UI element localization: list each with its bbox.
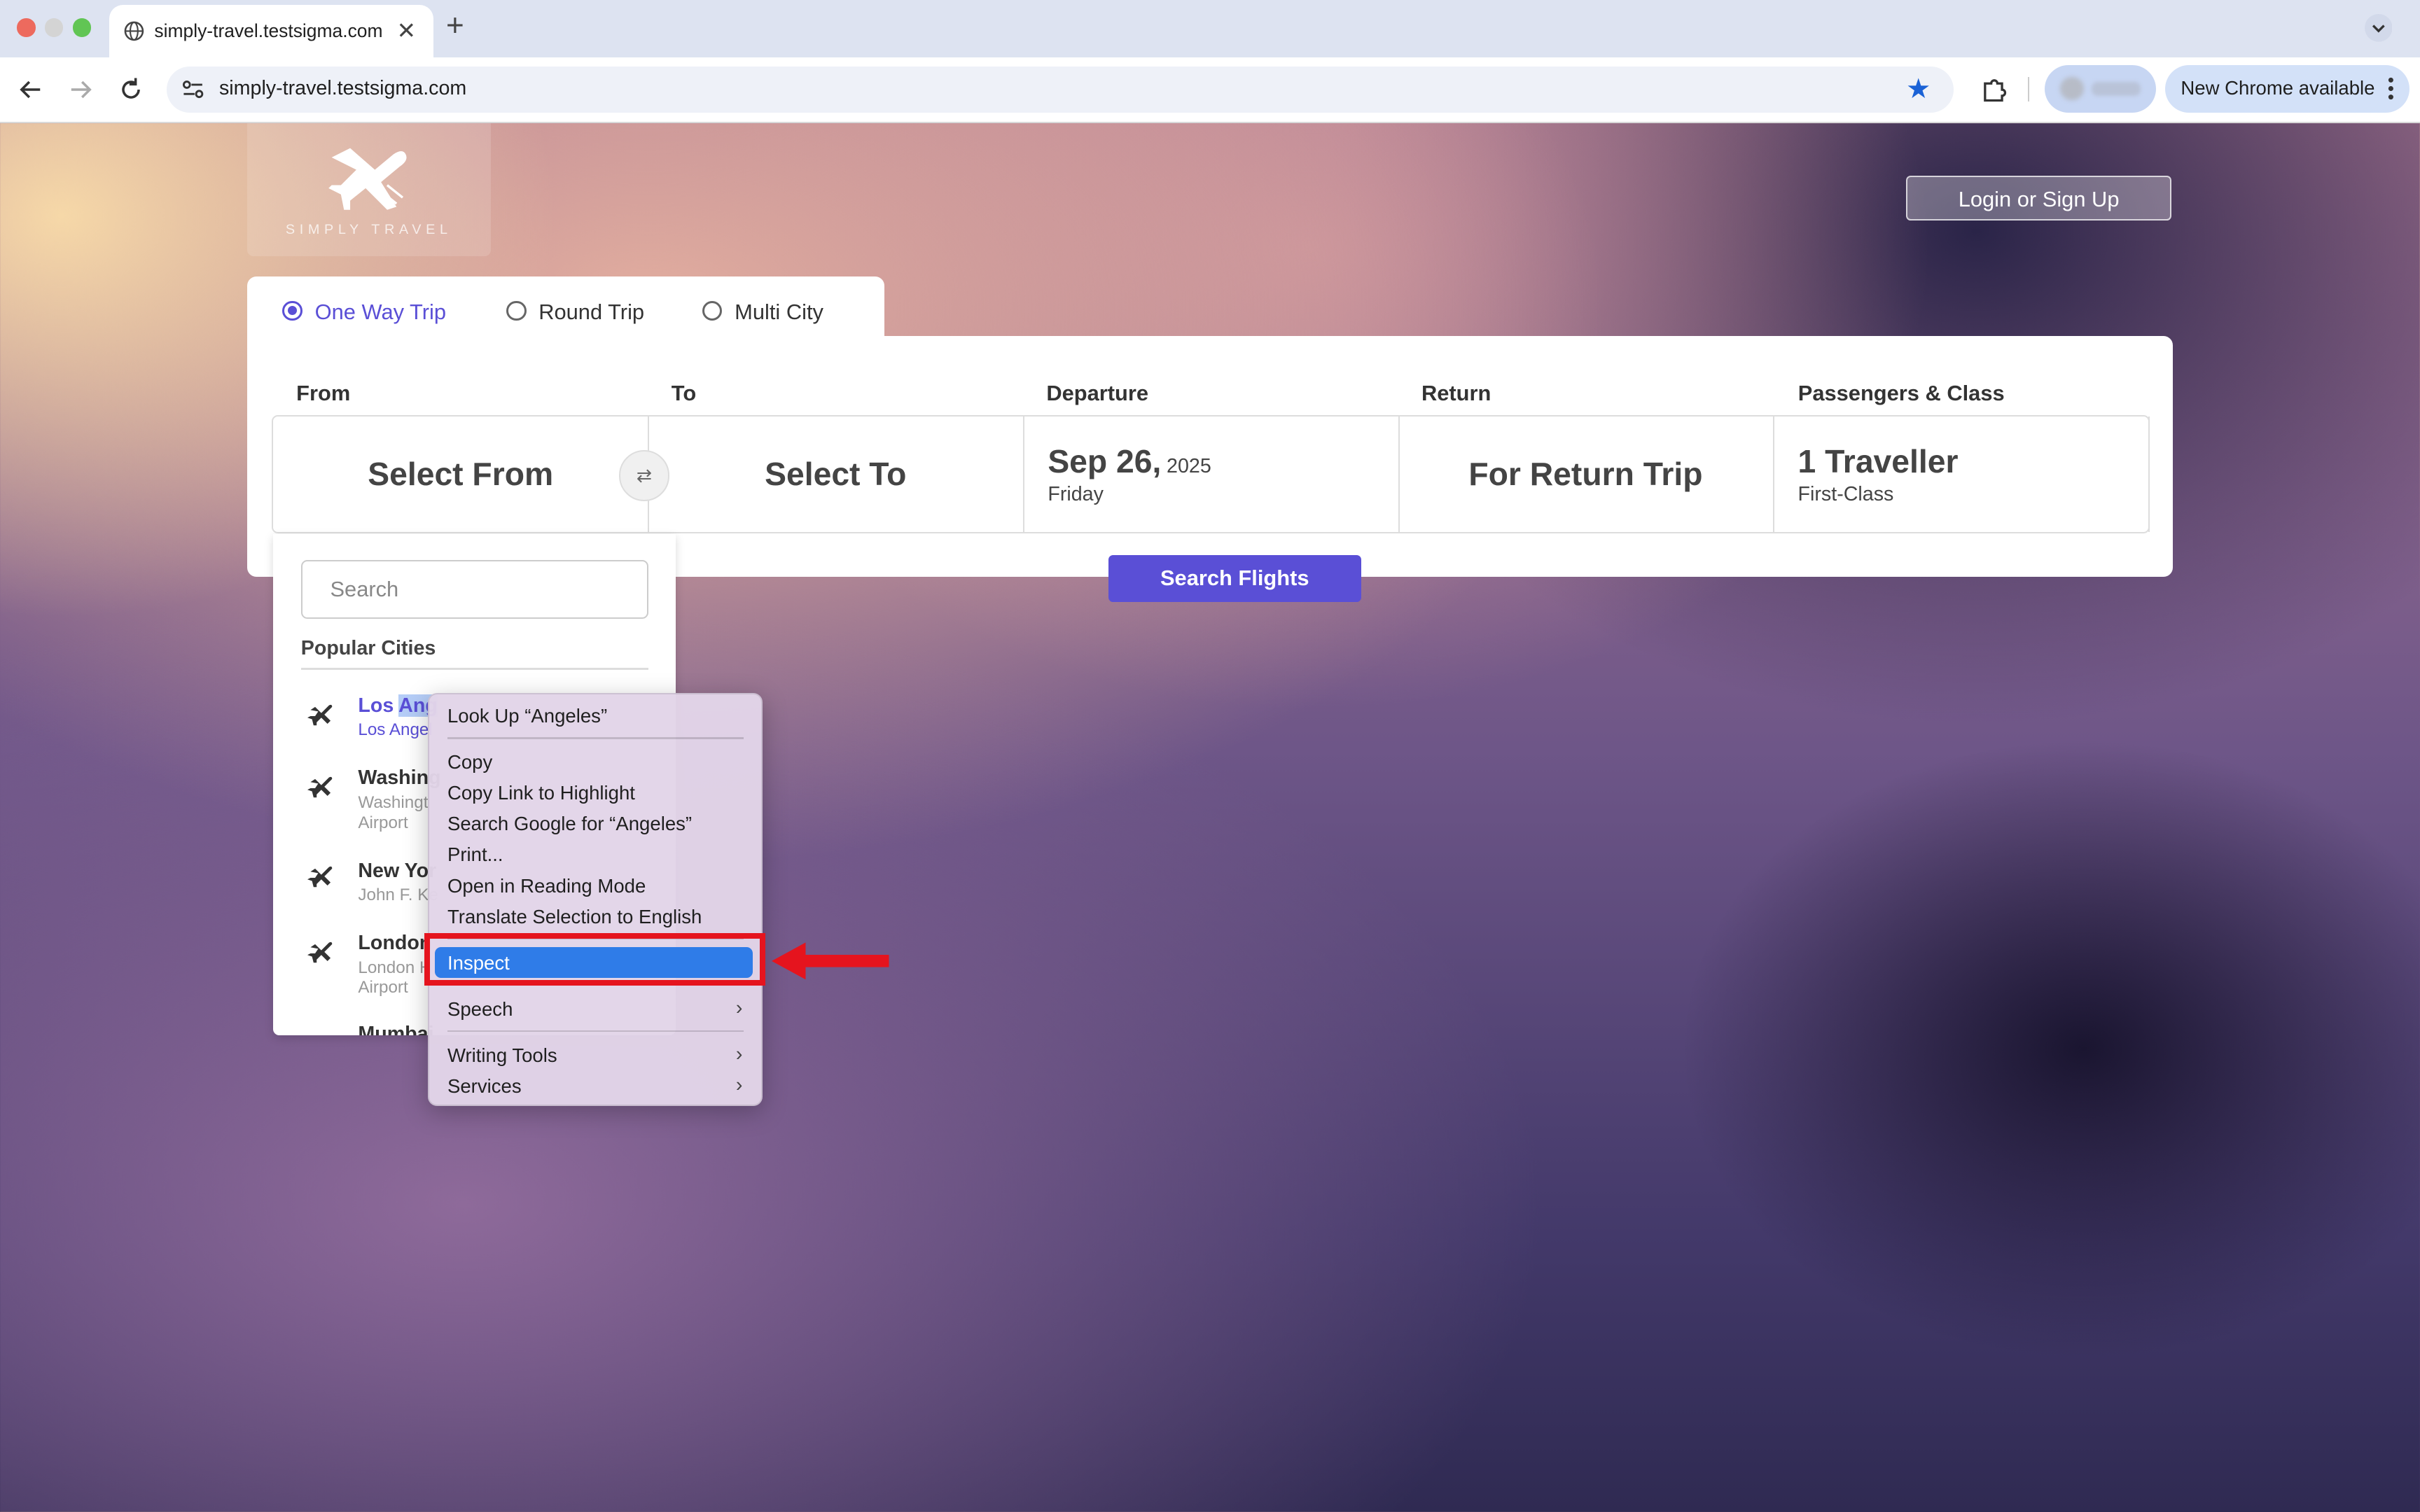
extensions-icon[interactable] bbox=[1979, 74, 2010, 105]
menu-item-print[interactable]: Print... bbox=[447, 844, 503, 866]
profile-button[interactable] bbox=[2045, 64, 2157, 113]
star-icon[interactable]: ★ bbox=[1906, 73, 1931, 105]
radio-round-trip[interactable] bbox=[506, 300, 527, 321]
from-field[interactable]: Select From bbox=[273, 416, 650, 533]
trip-type-label[interactable]: One Way Trip bbox=[315, 300, 446, 325]
toolbar-divider bbox=[2028, 77, 2030, 102]
menu-item-copy-link-highlight[interactable]: Copy Link to Highlight bbox=[447, 782, 635, 804]
back-icon[interactable] bbox=[15, 74, 46, 105]
context-menu: Look Up “Angeles” Copy Copy Link to High… bbox=[427, 692, 763, 1107]
return-heading: Return bbox=[1421, 381, 1491, 406]
chevron-right-icon: › bbox=[735, 1042, 743, 1065]
search-flights-button[interactable]: Search Flights bbox=[1108, 555, 1361, 602]
trip-type-label[interactable]: Round Trip bbox=[538, 300, 644, 325]
airplane-icon bbox=[307, 704, 332, 725]
from-heading: From bbox=[296, 381, 351, 406]
city-name: New Yor bbox=[358, 859, 437, 882]
departure-day: Friday bbox=[1048, 482, 1104, 505]
passenger-count: 1 Traveller bbox=[1797, 443, 1959, 480]
avatar bbox=[2060, 77, 2084, 101]
airplane-icon bbox=[307, 941, 332, 963]
page-background: SIMPLY TRAVEL Login or Sign Up One Way T… bbox=[0, 123, 2420, 1512]
site-info-icon[interactable] bbox=[181, 77, 205, 102]
departure-heading: Departure bbox=[1046, 381, 1149, 406]
passengers-heading: Passengers & Class bbox=[1797, 381, 2005, 406]
chevron-down-icon[interactable] bbox=[2364, 13, 2393, 42]
browser-toolbar: simply-travel.testsigma.com ★ New Chrome… bbox=[0, 57, 2420, 124]
menu-item-copy[interactable]: Copy bbox=[447, 751, 492, 774]
menu-item-speech[interactable]: Speech bbox=[447, 998, 513, 1021]
divider bbox=[300, 668, 648, 670]
radio-multi-city[interactable] bbox=[702, 300, 723, 321]
to-heading: To bbox=[671, 381, 697, 406]
menu-item-reading-mode[interactable]: Open in Reading Mode bbox=[447, 875, 646, 897]
chevron-right-icon: › bbox=[735, 1073, 743, 1096]
city-name: Los Ang bbox=[358, 694, 438, 717]
annotation-highlight-box bbox=[424, 933, 766, 986]
chevron-right-icon: › bbox=[735, 996, 743, 1019]
menu-item-search-google[interactable]: Search Google for “Angeles” bbox=[447, 813, 692, 835]
return-field[interactable]: For Return Trip bbox=[1398, 416, 1775, 533]
profile-name-redacted bbox=[2091, 81, 2141, 96]
airplane-icon bbox=[307, 866, 332, 888]
swap-icon[interactable]: ⇄ bbox=[618, 450, 670, 502]
window-minimize-button[interactable] bbox=[44, 18, 64, 37]
plus-icon[interactable]: + bbox=[446, 10, 464, 41]
travel-class: First-Class bbox=[1797, 482, 1894, 505]
search-fields: Select From Select To Sep 26, 2025 Frida… bbox=[271, 414, 2150, 534]
airplane-logo-icon bbox=[328, 148, 407, 210]
browser-tab[interactable]: simply-travel.testsigma.com ✕ bbox=[109, 4, 434, 57]
departure-year: 2025 bbox=[1167, 454, 1211, 477]
login-signup-button[interactable]: Login or Sign Up bbox=[1906, 176, 2172, 221]
city-name: Mumbai bbox=[358, 1023, 434, 1035]
airplane-icon bbox=[307, 777, 332, 798]
menu-separator bbox=[447, 1030, 744, 1032]
departure-date: Sep 26, bbox=[1048, 443, 1162, 480]
to-field[interactable]: Select To bbox=[648, 416, 1025, 533]
annotation-arrow-icon bbox=[772, 942, 889, 980]
return-value: For Return Trip bbox=[1468, 455, 1703, 492]
menu-item-look-up[interactable]: Look Up “Angeles” bbox=[447, 705, 607, 727]
passengers-field[interactable]: 1 Traveller First-Class bbox=[1773, 416, 2150, 533]
reload-icon[interactable] bbox=[116, 74, 146, 105]
from-value: Select From bbox=[368, 455, 554, 492]
to-value: Select To bbox=[765, 455, 907, 492]
trip-type-label[interactable]: Multi City bbox=[735, 300, 823, 325]
close-icon[interactable]: ✕ bbox=[396, 17, 416, 45]
menu-item-services[interactable]: Services bbox=[447, 1075, 522, 1098]
url-text: simply-travel.testsigma.com bbox=[218, 77, 467, 100]
menu-item-writing-tools[interactable]: Writing Tools bbox=[447, 1044, 557, 1067]
browser-tab-bar: simply-travel.testsigma.com ✕ + bbox=[0, 0, 2420, 57]
trip-type-selector: One Way Trip Round Trip Multi City bbox=[246, 276, 884, 338]
globe-icon bbox=[124, 21, 144, 41]
chrome-update-button[interactable]: New Chrome available bbox=[2165, 64, 2409, 113]
logo-text: SIMPLY TRAVEL bbox=[285, 222, 452, 238]
menu-item-translate[interactable]: Translate Selection to English bbox=[447, 906, 702, 928]
tab-title: simply-travel.testsigma.com bbox=[154, 20, 383, 41]
city-name: London bbox=[358, 932, 432, 955]
update-label: New Chrome available bbox=[2181, 77, 2375, 99]
site-logo[interactable]: SIMPLY TRAVEL bbox=[246, 123, 491, 256]
window-close-button[interactable] bbox=[17, 18, 36, 37]
window-zoom-button[interactable] bbox=[72, 18, 92, 37]
popular-cities-heading: Popular Cities bbox=[300, 637, 436, 660]
city-search-input[interactable]: Search bbox=[300, 560, 648, 619]
departure-field[interactable]: Sep 26, 2025 Friday bbox=[1023, 416, 1400, 533]
kebab-icon[interactable] bbox=[2388, 77, 2394, 100]
menu-separator bbox=[447, 737, 744, 739]
search-placeholder: Search bbox=[330, 577, 399, 602]
forward-icon[interactable] bbox=[65, 74, 96, 105]
radio-one-way[interactable] bbox=[282, 300, 302, 321]
address-bar[interactable]: simply-travel.testsigma.com ★ bbox=[167, 66, 1954, 113]
